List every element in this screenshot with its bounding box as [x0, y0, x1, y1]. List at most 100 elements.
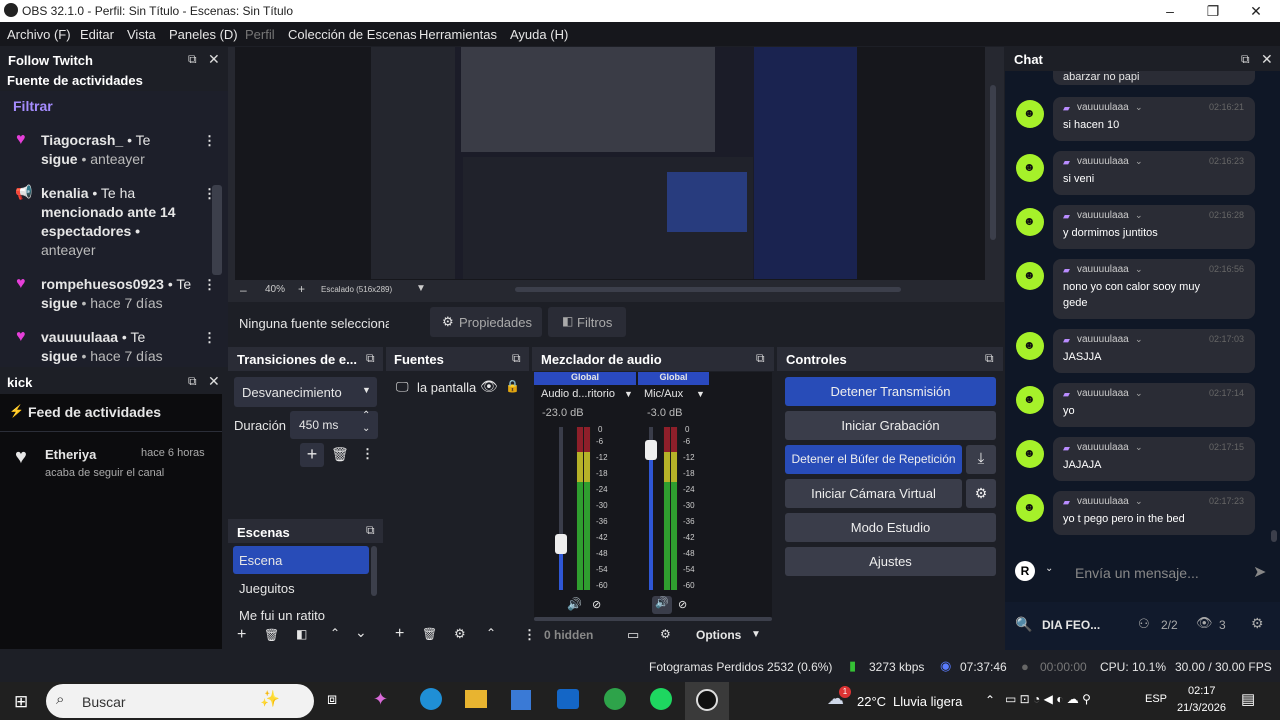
chevron-down-icon[interactable]: ⌄ [1045, 563, 1053, 574]
maximize-button[interactable]: ❐ [1193, 1, 1233, 21]
menu-archivo[interactable]: Archivo (F) [7, 27, 71, 42]
speaker-icon[interactable]: 🔊 [652, 596, 672, 614]
mixer-settings-icon[interactable]: ⚙ [660, 627, 671, 641]
chevron-down-icon[interactable]: ⌄ [1135, 442, 1143, 453]
start-recording-button[interactable]: Iniciar Grabación [785, 411, 996, 440]
language-indicator[interactable]: ESP [1145, 693, 1167, 705]
chat-avatar[interactable]: ☻ [1016, 494, 1044, 522]
float-icon[interactable]: ⧉ [512, 351, 521, 366]
menu-herramientas[interactable]: Herramientas [419, 27, 497, 42]
chevron-down-icon[interactable]: ⌄ [1135, 334, 1143, 345]
channel-name[interactable]: Mic/Aux [644, 388, 683, 400]
duration-input[interactable]: 450 ms ⌃ ⌄ [290, 410, 378, 439]
chevron-down-icon[interactable]: ⌄ [1135, 496, 1143, 507]
chevron-down-icon[interactable]: ⌄ [355, 624, 367, 641]
float-icon[interactable]: ⧉ [366, 523, 375, 538]
spotify-icon[interactable] [650, 688, 672, 710]
chat-username[interactable]: vauuuulaaa [1077, 334, 1129, 345]
send-icon[interactable]: ➤ [1253, 562, 1266, 582]
trash-icon[interactable]: 🗑 [331, 446, 349, 463]
close-icon[interactable]: ✕ [208, 51, 220, 68]
chrome-icon[interactable] [604, 688, 626, 710]
filter-icon[interactable]: ◧ [296, 627, 307, 641]
filter-link[interactable]: Filtrar [13, 98, 53, 114]
chevron-down-icon[interactable]: ▼ [624, 389, 633, 399]
chat-username[interactable]: vauuuulaaa [1077, 210, 1129, 221]
windows-start-icon[interactable]: ⊞ [14, 692, 28, 712]
chevron-down-icon[interactable]: ▼ [416, 283, 426, 294]
scene-item[interactable]: Escena [233, 546, 369, 574]
float-icon[interactable]: ⧉ [985, 351, 994, 366]
settings-button[interactable]: Ajustes [785, 547, 996, 576]
add-icon[interactable]: + [395, 625, 404, 643]
source-item[interactable]: la pantalla [417, 380, 476, 395]
notification-icon[interactable]: ▤ [1241, 690, 1255, 708]
menu-vista[interactable]: Vista [127, 27, 156, 42]
float-icon[interactable]: ⧉ [756, 351, 765, 366]
menu-editar[interactable]: Editar [80, 27, 114, 42]
chat-avatar[interactable]: ☻ [1016, 208, 1044, 236]
profile-avatar[interactable]: R [1015, 561, 1035, 581]
chat-username[interactable]: vauuuulaaa [1077, 264, 1129, 275]
chevron-down-icon[interactable]: ⌄ [1135, 102, 1143, 113]
chat-avatar[interactable]: ☻ [1016, 100, 1044, 128]
download-icon[interactable]: ⤓ [966, 445, 996, 474]
volume-slider-handle[interactable] [645, 439, 657, 460]
preview-hscroll[interactable] [515, 287, 901, 292]
chat-avatar[interactable]: ☻ [1016, 154, 1044, 182]
chat-avatar[interactable]: ☻ [1016, 332, 1044, 360]
chevron-down-icon[interactable]: ▼ [696, 389, 705, 399]
chevron-down-icon[interactable]: ⌄ [1135, 388, 1143, 399]
scene-item[interactable]: Jueguitos [239, 581, 295, 596]
minimize-button[interactable]: – [1150, 1, 1190, 21]
file-explorer-icon[interactable] [465, 690, 487, 708]
float-icon[interactable]: ⧉ [188, 374, 197, 389]
zoom-out-icon[interactable]: – [240, 283, 247, 297]
stop-replay-buffer-button[interactable]: Detener el Búfer de Repetición [785, 445, 962, 474]
more-icon[interactable]: ⋮ [203, 277, 216, 293]
start-virtual-camera-button[interactable]: Iniciar Cámara Virtual [785, 479, 962, 508]
transition-select[interactable]: Desvanecimiento ▼ [234, 377, 377, 407]
chat-avatar[interactable]: ☻ [1016, 262, 1044, 290]
add-icon[interactable]: + [237, 626, 246, 644]
menu-paneles[interactable]: Paneles (D) [169, 27, 238, 42]
chevron-up-icon[interactable]: ⌃ [985, 693, 995, 707]
edge-icon[interactable] [420, 688, 442, 710]
close-icon[interactable]: ✕ [1261, 51, 1273, 68]
chevron-down-icon[interactable]: ▼ [751, 629, 761, 640]
chevron-down-icon[interactable]: ⌄ [1135, 210, 1143, 221]
chat-username[interactable]: vauuuulaaa [1077, 442, 1129, 453]
store-icon[interactable] [511, 690, 531, 710]
chevron-down-icon[interactable]: ⌄ [1135, 264, 1143, 275]
chat-username[interactable]: vauuuulaaa [1077, 496, 1129, 507]
chat-username[interactable]: vauuuulaaa [1077, 102, 1129, 113]
menu-perfil[interactable]: Perfil [245, 27, 275, 42]
clock-time[interactable]: 02:17 [1188, 685, 1216, 697]
taskbar-search[interactable]: ⌕ Buscar ✨ [46, 684, 314, 718]
more-icon[interactable]: ⋮ [361, 446, 374, 462]
outlook-icon[interactable] [557, 689, 579, 709]
copilot-icon[interactable]: ✦ [373, 689, 388, 710]
chat-avatar[interactable]: ☻ [1016, 440, 1044, 468]
menu-ayuda[interactable]: Ayuda (H) [510, 27, 568, 42]
speaker-icon[interactable]: 🔊 [567, 597, 582, 611]
add-button[interactable]: + [300, 443, 324, 467]
gear-icon[interactable]: ⚙ [966, 479, 996, 508]
stop-stream-button[interactable]: Detener Transmisión [785, 377, 996, 406]
menu-coleccion[interactable]: Colección de Escenas [288, 27, 417, 42]
mixer-hscroll[interactable] [534, 617, 772, 621]
monitor-off-icon[interactable]: ⊘ [592, 598, 601, 611]
preview-vscroll[interactable] [990, 85, 996, 240]
float-icon[interactable]: ⧉ [1241, 52, 1250, 67]
zoom-in-icon[interactable]: + [298, 282, 305, 296]
more-icon[interactable]: ⋮ [203, 133, 216, 149]
gear-icon[interactable]: ⚙ [1251, 615, 1264, 632]
chevron-up-icon[interactable]: ⌃ [362, 410, 370, 421]
chevron-up-icon[interactable]: ⌃ [486, 626, 496, 640]
scrollbar[interactable] [371, 546, 377, 596]
close-icon[interactable]: ✕ [208, 373, 220, 390]
eye-icon[interactable]: 👁 [480, 378, 498, 395]
chat-input[interactable]: Envía un mensaje... [1075, 565, 1199, 581]
chat-username[interactable]: vauuuulaaa [1077, 388, 1129, 399]
properties-button[interactable]: ⚙ Propiedades [430, 307, 542, 337]
